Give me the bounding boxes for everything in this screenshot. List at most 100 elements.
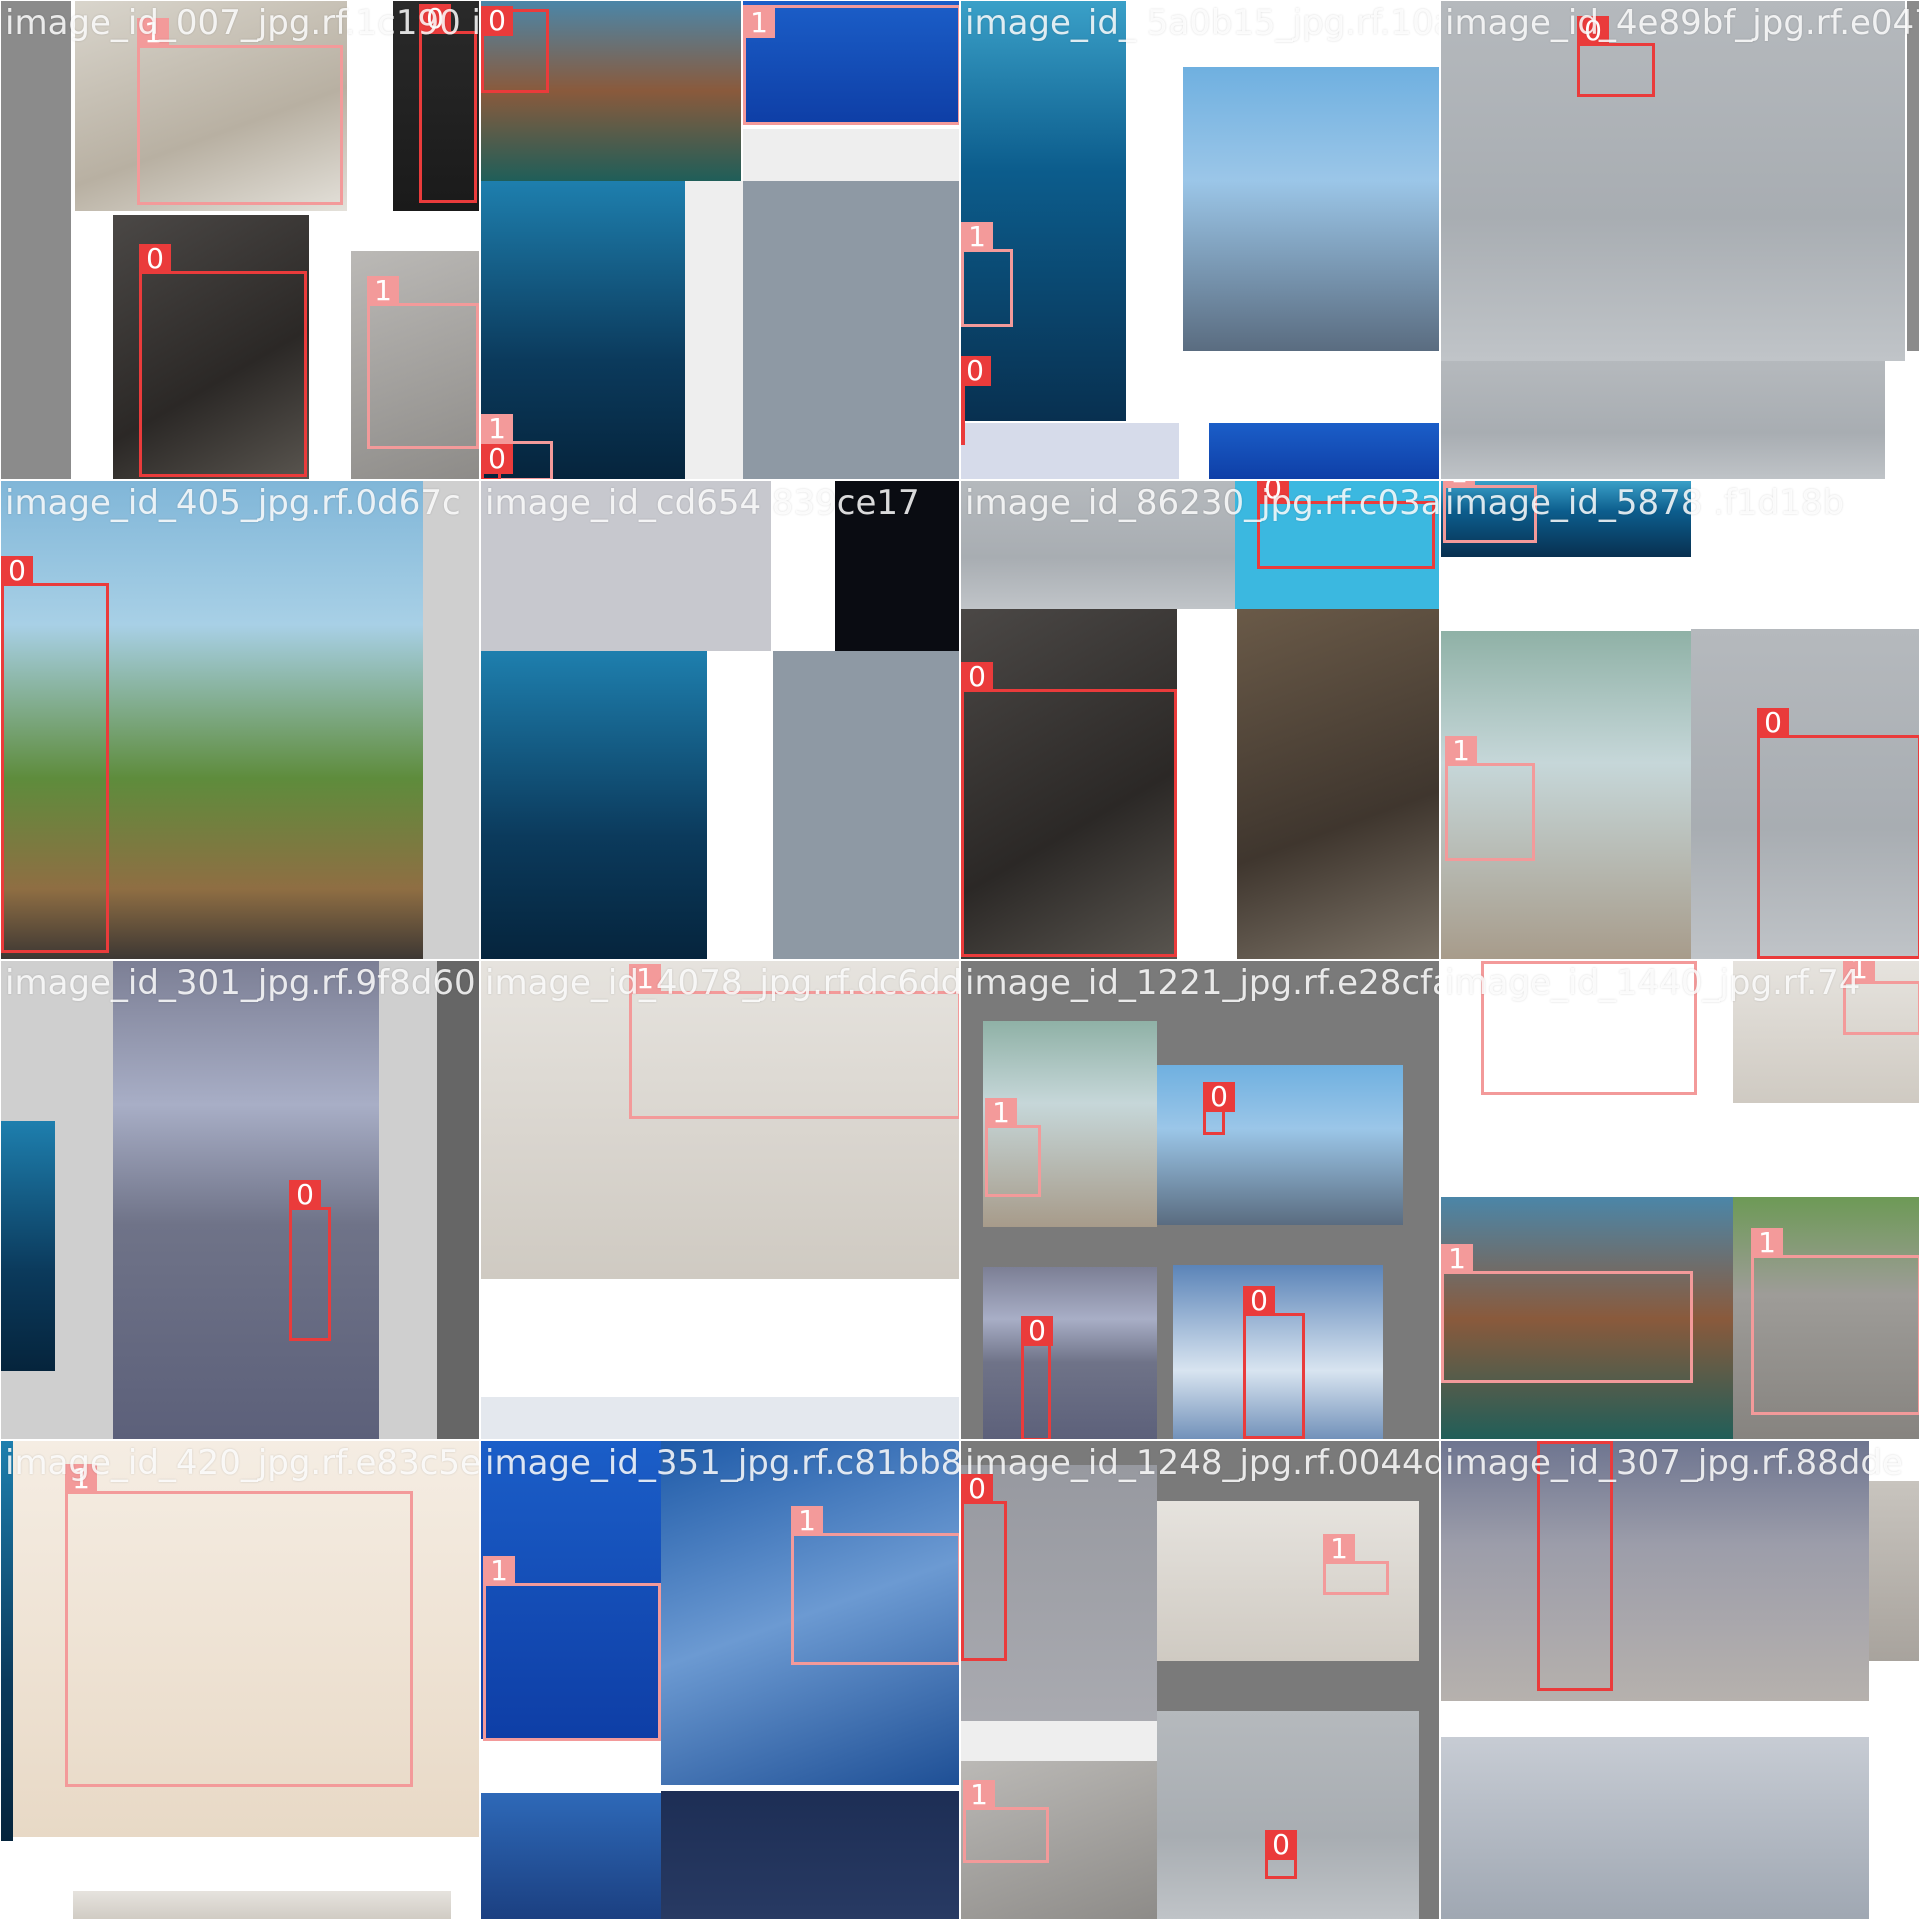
box-label: 1 <box>367 276 399 306</box>
bounding-box: 1 <box>367 276 479 449</box>
tile <box>1183 67 1439 351</box>
tile <box>481 1793 661 1919</box>
tile <box>1441 1737 1869 1919</box>
box-label: 1 <box>1323 1534 1355 1564</box>
box-label: 1 <box>1751 1228 1783 1258</box>
bounding-box: 0 <box>139 244 307 477</box>
tile <box>661 1791 959 1919</box>
tile <box>1 1121 55 1371</box>
box-label: 1 <box>963 1780 995 1810</box>
box-label: 1 <box>483 1556 515 1586</box>
box-label: 1 <box>791 1506 823 1536</box>
box-label: 0 <box>1257 481 1289 504</box>
mosaic-cell-2: 1 0 image_id_ 5a0b15_jpg.rf.10a4b4 <box>960 0 1440 480</box>
tile <box>1441 1 1905 361</box>
box-label: 1 <box>1441 1244 1473 1274</box>
box-label: 1 <box>1843 961 1875 984</box>
tile <box>481 481 771 651</box>
bounding-box: 0 <box>1537 1441 1613 1691</box>
bounding-box: 1 <box>483 1556 661 1741</box>
box-label: 1 <box>629 964 661 994</box>
box-label: 0 <box>1537 1441 1569 1444</box>
box-label: 0 <box>1577 16 1609 46</box>
mosaic-cell-13: 1 1 image_id_351_jpg.rf.c81bb8 <box>480 1440 960 1920</box>
box-label: 1 <box>1445 736 1477 766</box>
tile <box>73 1891 451 1919</box>
tile <box>1869 1481 1919 1661</box>
box-label: 1 <box>961 222 993 252</box>
bounding-box: 0 <box>961 356 991 445</box>
mosaic-cell-11: 1 1 1 1 image_id_1440_jpg.rf.74 <box>1440 960 1920 1440</box>
tile <box>1209 423 1439 479</box>
box-label: 0 <box>1203 1082 1235 1112</box>
mosaic-cell-12: 1 image_id_420_jpg.rf.e83c5e <box>0 1440 480 1920</box>
box-label: 0 <box>1265 1830 1297 1860</box>
bounding-box: 1 <box>1443 481 1537 543</box>
mosaic-cell-6: 0 0 image_id_86230_jpg.rf.c03a5c <box>960 480 1440 960</box>
box-label: 1 <box>137 18 169 48</box>
box-label: 0 <box>961 1474 993 1504</box>
tile <box>1441 361 1885 479</box>
bounding-box: 1 <box>743 5 959 125</box>
mosaic-cell-5: image_id_cd654 839ce17 <box>480 480 960 960</box>
mosaic-cell-15: 0 image_id_307_jpg.rf.88dde <box>1440 1440 1920 1920</box>
box-label: 0 <box>961 356 991 386</box>
bounding-box: 0 <box>481 444 513 479</box>
box-label: 1 <box>1443 481 1475 488</box>
tile <box>1237 609 1439 959</box>
tile <box>685 181 743 479</box>
box-label: 1 <box>1481 961 1513 964</box>
bounding-box: 1 <box>137 18 343 205</box>
box-label: 0 <box>481 6 513 36</box>
bounding-box: 0 <box>1265 1830 1297 1879</box>
bounding-box: 0 <box>1257 481 1435 569</box>
tile <box>743 181 959 479</box>
tile <box>1441 1441 1869 1701</box>
mosaic-cell-3: 0 image_id_4e89bf_jpg.rf.e047aa <box>1440 0 1920 480</box>
bounding-box: 1 <box>629 964 959 1119</box>
bounding-box: 1 <box>1441 1244 1693 1383</box>
bounding-box: 0 <box>481 6 549 93</box>
tile <box>113 961 379 1439</box>
box-label: 1 <box>65 1464 97 1494</box>
bounding-box: 0 <box>419 4 477 203</box>
mosaic-cell-14: 0 1 1 0 image_id_1248_jpg.rf.0044d7 <box>960 1440 1440 1920</box>
tile <box>773 651 959 959</box>
bounding-box: 1 <box>791 1506 959 1665</box>
bounding-box: 1 <box>1445 736 1535 861</box>
tile <box>437 961 479 1439</box>
tile <box>743 129 959 181</box>
box-label: 0 <box>289 1180 321 1210</box>
bounding-box: 1 <box>1843 961 1919 1035</box>
tile <box>1 1441 13 1841</box>
tile <box>481 651 707 959</box>
bounding-box: 1 <box>65 1464 413 1787</box>
bounding-box: 0 <box>1243 1286 1305 1439</box>
bounding-box: 1 <box>985 1098 1041 1197</box>
bounding-box: 0 <box>1021 1316 1053 1439</box>
box-label: 1 <box>985 1098 1017 1128</box>
tile <box>423 481 479 959</box>
box-label: 0 <box>1021 1316 1053 1346</box>
mosaic-cell-7: 1 1 0 image_id_5878 .f1d18b <box>1440 480 1920 960</box>
bounding-box: 1 <box>1323 1534 1389 1595</box>
tile <box>481 1397 959 1439</box>
tile <box>1157 1711 1419 1919</box>
tile <box>961 1721 1157 1761</box>
bounding-box: 0 <box>1757 708 1919 959</box>
bounding-box: 1 <box>1481 961 1697 1095</box>
box-label: 0 <box>419 4 451 34</box>
bounding-box: 0 <box>289 1180 331 1341</box>
tile <box>983 1267 1157 1439</box>
box-label: 0 <box>961 662 993 692</box>
bounding-box: 1 <box>961 222 1013 327</box>
box-label: 1 <box>743 8 775 38</box>
box-label: 0 <box>139 244 171 274</box>
mosaic-cell-4: 0 image_id_405_jpg.rf.0d67c <box>0 480 480 960</box>
mosaic-cell-10: 1 0 0 0 image_id_1221_jpg.rf.e28cfa <box>960 960 1440 1440</box>
mosaic-grid: 1 0 0 1 image_id_007_jpg.rf.1c190 image_… <box>0 0 1920 1920</box>
box-label: 0 <box>1757 708 1789 738</box>
bounding-box: 1 <box>1751 1228 1919 1415</box>
bounding-box: 0 <box>961 1474 1007 1661</box>
mosaic-cell-8: 0 image_id_301_jpg.rf.9f8d60 <box>0 960 480 1440</box>
